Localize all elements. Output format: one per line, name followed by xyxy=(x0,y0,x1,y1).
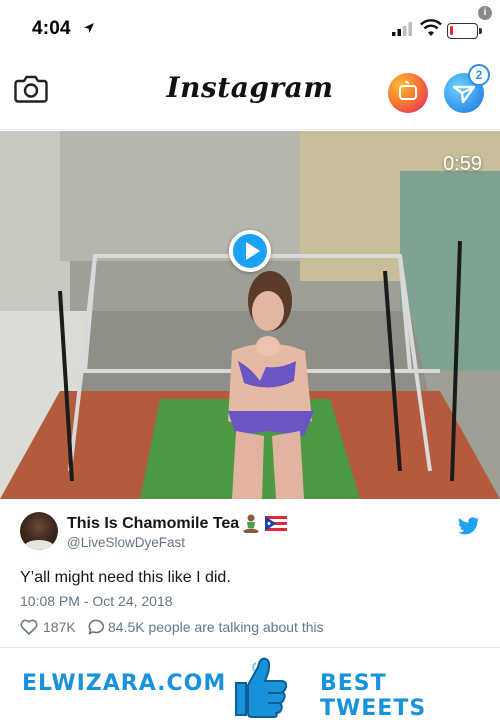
tweet-card: This Is Chamomile Tea @LiveSlowDyeFast Y… xyxy=(0,500,500,648)
igtv-icon[interactable] xyxy=(388,73,428,113)
video-still-image xyxy=(0,131,500,499)
tweet-handle[interactable]: @LiveSlowDyeFast xyxy=(67,535,185,550)
location-arrow-icon xyxy=(84,23,94,33)
play-icon[interactable] xyxy=(229,230,271,272)
reply-bubble-icon[interactable] xyxy=(88,619,105,635)
battery-level xyxy=(450,26,453,35)
tweet-display-name[interactable]: This Is Chamomile Tea xyxy=(67,515,239,533)
tweet-timestamp[interactable]: 10:08 PM - Oct 24, 2018 xyxy=(20,593,173,609)
puerto-rico-flag-icon xyxy=(265,516,287,531)
dm-notification-badge: 2 xyxy=(468,64,490,86)
twitter-bird-icon[interactable] xyxy=(458,517,480,535)
person-in-lotus-position-icon xyxy=(243,514,259,533)
battery-icon xyxy=(447,23,482,39)
igtv-tv-glyph xyxy=(399,85,417,100)
talking-about-count[interactable]: 84.5K people are talking about this xyxy=(108,619,324,635)
status-bar: 4:04 i xyxy=(0,0,500,62)
like-count[interactable]: 187K xyxy=(43,619,76,635)
site-name: ELWIZARA.COM xyxy=(22,671,227,696)
status-time: 4:04 xyxy=(32,18,71,39)
tweet-video[interactable]: 0:59 xyxy=(0,131,500,499)
wifi-icon xyxy=(420,19,442,36)
heart-icon[interactable] xyxy=(20,619,38,635)
video-duration: 0:59 xyxy=(443,153,482,175)
info-icon[interactable]: i xyxy=(478,6,492,20)
best-tweets-label: BEST TWEETS xyxy=(320,671,427,721)
cellular-signal-icon xyxy=(392,22,412,36)
thumbs-up-icon xyxy=(235,657,288,718)
tweet-text: Y’all might need this like I did. xyxy=(20,569,231,586)
instagram-header: Instagram 2 xyxy=(0,62,500,130)
avatar[interactable] xyxy=(20,512,58,550)
paper-plane-icon xyxy=(453,85,475,104)
branding-footer: ELWIZARA.COM BEST TWEETS xyxy=(0,649,500,722)
